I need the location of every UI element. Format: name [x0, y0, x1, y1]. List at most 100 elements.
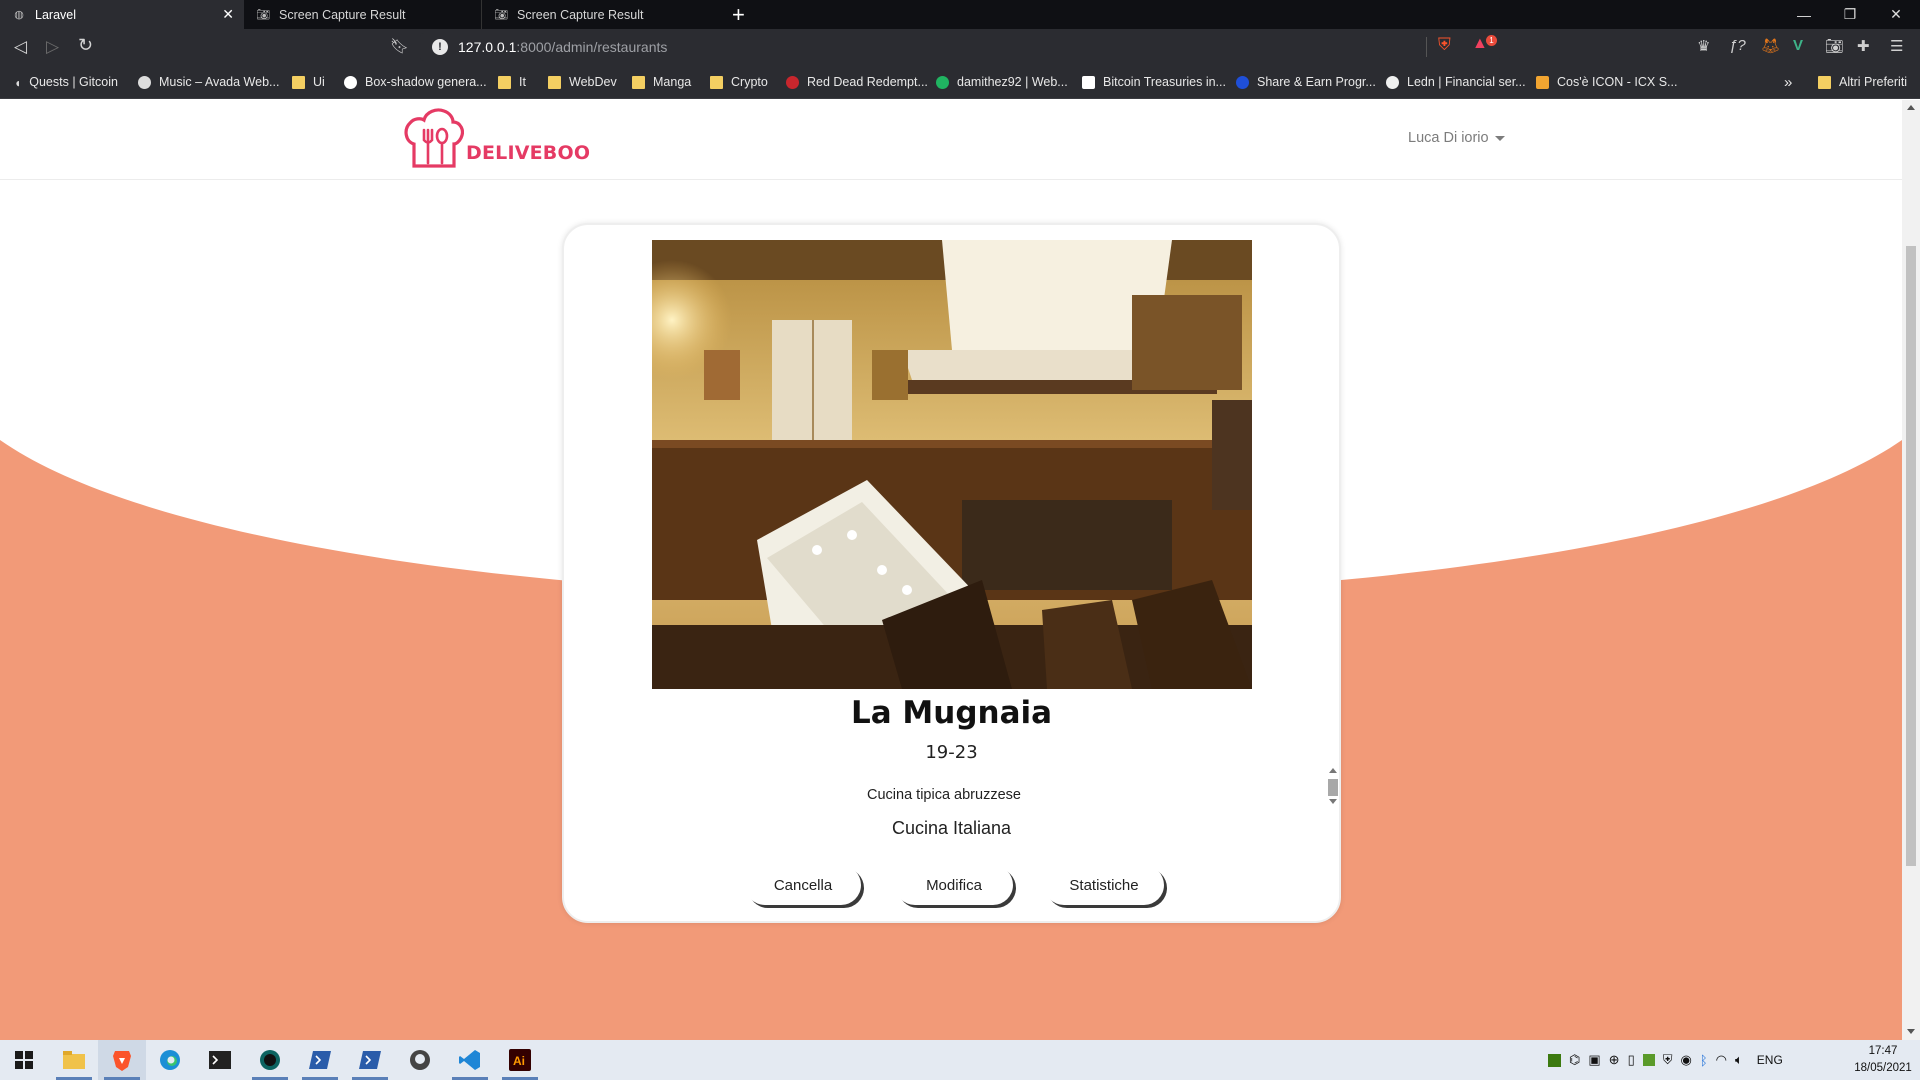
bookmark-label: Cos'è ICON - ICX S... — [1557, 75, 1678, 89]
extensions-puzzle-icon[interactable]: ✚ — [1857, 37, 1870, 55]
url-host: 127.0.0.1 — [458, 39, 517, 55]
network-adapter-icon[interactable]: ▣ — [1588, 1052, 1600, 1068]
scroll-up-arrow-icon[interactable] — [1329, 768, 1337, 773]
window-close-icon[interactable]: ✕ — [1873, 0, 1919, 29]
bookmark-folder-webdev[interactable]: WebDev — [548, 65, 617, 99]
volume-icon[interactable]: 🔈︎ — [1735, 1052, 1743, 1068]
extension-f-icon[interactable]: ƒ? — [1729, 37, 1746, 54]
vpn-icon[interactable]: ⊕ — [1609, 1052, 1620, 1068]
bluetooth-icon[interactable]: ᛒ — [1700, 1053, 1708, 1068]
gitcoin-icon: ◖ — [14, 75, 22, 90]
windows-taskbar: Ai ⌬ ▣ ⊕ ▯ ⛨ ◉ ᛒ ◠ 🔈︎ ENG 17:47 18/05/20… — [0, 1040, 1920, 1080]
github-desktop-icon[interactable] — [396, 1040, 444, 1080]
bookmark-folder-manga[interactable]: Manga — [632, 65, 691, 99]
screen-capture-icon[interactable]: 📷︎ — [1825, 37, 1844, 55]
wifi-icon[interactable]: ◠ — [1716, 1052, 1727, 1068]
bookmark-music[interactable]: Music – Avada Web... — [138, 65, 279, 99]
restaurant-card: La Mugnaia 19-23 Cucina tipica abruzzese… — [562, 223, 1341, 923]
restaurant-photo — [652, 240, 1252, 689]
brave-browser-icon[interactable] — [98, 1040, 146, 1080]
address-bar[interactable]: ! 127.0.0.1:8000/admin/restaurants — [420, 33, 1500, 61]
bookmark-label: Box-shadow genera... — [365, 75, 487, 89]
rewards-badge: 1 — [1486, 35, 1497, 46]
page-scrollbar[interactable] — [1902, 100, 1920, 1040]
powershell-icon[interactable] — [296, 1040, 344, 1080]
bookmark-label: Manga — [653, 75, 692, 89]
minimize-icon[interactable]: — — [1781, 0, 1827, 29]
site-info-icon[interactable]: ! — [432, 39, 448, 55]
page-viewport: DELIVEBOO Luca Di iorio La Mugnaia 19-23… — [0, 100, 1902, 1040]
delete-button[interactable]: Cancella — [745, 865, 861, 905]
security-icon[interactable]: ⛨ — [1663, 1052, 1673, 1068]
bookmark-icon-icx[interactable]: Cos'è ICON - ICX S... — [1536, 65, 1677, 99]
bookmark-damithez[interactable]: damithez92 | Web... — [936, 65, 1068, 99]
restaurant-description: Cucina tipica abruzzese — [867, 787, 1021, 803]
bookmarks-overflow[interactable]: » — [1784, 65, 1792, 99]
bookmark-other-favorites[interactable]: Altri Preferiti — [1818, 65, 1907, 99]
bookmark-gitcoin[interactable]: ◖ Quests | Gitcoin — [14, 65, 118, 99]
vue-devtools-icon[interactable]: V — [1793, 37, 1803, 54]
usb-icon[interactable]: ▯ — [1628, 1052, 1635, 1068]
overflow-chevron-icon: » — [1784, 73, 1793, 91]
tab-laravel[interactable]: ◍ Laravel ✕ — [0, 0, 244, 29]
restore-icon[interactable]: ❐ — [1827, 0, 1873, 29]
rockstar-icon — [786, 75, 799, 89]
gitkraken-icon[interactable] — [246, 1040, 294, 1080]
tab-screen-capture-1[interactable]: 📷︎ Screen Capture Result — [244, 0, 482, 29]
caret-down-icon — [1494, 135, 1505, 141]
url-path: :8000/admin/restaurants — [516, 39, 668, 55]
start-windows-icon[interactable] — [0, 1040, 48, 1080]
vscode-icon[interactable] — [446, 1040, 494, 1080]
bookmark-ledn[interactable]: Ledn | Financial ser... — [1386, 65, 1526, 99]
extension-crown-icon[interactable]: ♛ — [1697, 37, 1710, 55]
folder-icon — [292, 75, 305, 89]
bookmark-bitcoin-treasuries[interactable]: Bitcoin Treasuries in... — [1082, 65, 1226, 99]
edge-browser-icon[interactable] — [146, 1040, 194, 1080]
chef-hat-icon — [404, 108, 464, 168]
user-dropdown[interactable]: Luca Di iorio — [1408, 130, 1505, 146]
close-tab-icon[interactable]: ✕ — [222, 6, 234, 23]
new-tab-plus-icon[interactable]: + — [732, 2, 745, 28]
webcam-icon[interactable]: ◉ — [1680, 1052, 1691, 1068]
clock-date: 18/05/2021 — [1854, 1062, 1912, 1074]
bookmarks-bar: ◖ Quests | Gitcoin Music – Avada Web... U… — [0, 65, 1920, 99]
scroll-thumb[interactable] — [1906, 246, 1916, 866]
back-icon[interactable]: ◁ — [14, 37, 27, 57]
language-indicator[interactable]: ENG — [1757, 1053, 1783, 1067]
svg-text:Ai: Ai — [513, 1054, 525, 1068]
app-tray-icon[interactable] — [1642, 1054, 1655, 1066]
bookmark-red-dead[interactable]: Red Dead Redempt... — [786, 65, 928, 99]
bookmark-label: WebDev — [569, 75, 617, 89]
scroll-down-arrow-icon[interactable] — [1329, 799, 1337, 804]
metamask-icon[interactable]: 🦊︎ — [1761, 37, 1780, 55]
folder-icon — [548, 75, 561, 89]
forward-icon[interactable]: ▷ — [46, 37, 59, 57]
terminal-icon[interactable] — [196, 1040, 244, 1080]
scroll-up-arrow-icon[interactable] — [1907, 105, 1915, 110]
system-clock[interactable]: 17:47 18/05/2021 — [1848, 1043, 1918, 1077]
bookmark-share-earn[interactable]: Share & Earn Progr... — [1236, 65, 1376, 99]
powershell-admin-icon[interactable] — [346, 1040, 394, 1080]
tab-screen-capture-2[interactable]: 📷︎ Screen Capture Result — [482, 0, 720, 29]
description-scrollbar[interactable] — [1327, 768, 1339, 816]
deliveboo-logo[interactable]: DELIVEBOO — [404, 108, 590, 170]
edit-button[interactable]: Modifica — [895, 865, 1013, 905]
brave-shields-icon[interactable]: ⛨ — [1438, 35, 1451, 55]
globe-icon: ◍ — [14, 9, 24, 21]
bookmark-box-shadow[interactable]: Box-shadow genera... — [344, 65, 487, 99]
nvidia-icon[interactable] — [1548, 1053, 1561, 1067]
bookmark-folder-crypto[interactable]: Crypto — [710, 65, 768, 99]
bookmark-folder-ui[interactable]: Ui — [292, 65, 325, 99]
tab-title: Laravel — [35, 7, 76, 22]
menu-icon[interactable]: ☰ — [1890, 37, 1903, 55]
file-explorer-icon[interactable] — [50, 1040, 98, 1080]
statistics-button[interactable]: Statistiche — [1044, 865, 1164, 905]
bookmark-icon[interactable]: 🔖︎ — [390, 37, 409, 55]
discord-icon[interactable]: ⌬ — [1569, 1052, 1580, 1068]
scroll-thumb[interactable] — [1328, 779, 1338, 796]
bookmark-label: Quests | Gitcoin — [29, 75, 118, 89]
reload-icon[interactable]: ↻ — [78, 35, 93, 56]
bookmark-folder-it[interactable]: It — [498, 65, 526, 99]
scroll-down-arrow-icon[interactable] — [1907, 1029, 1915, 1034]
illustrator-icon[interactable]: Ai — [496, 1040, 544, 1080]
